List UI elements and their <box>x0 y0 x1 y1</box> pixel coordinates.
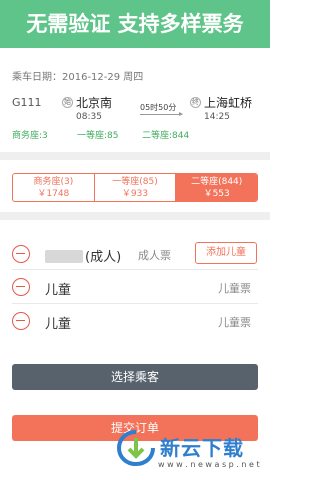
departure-station: 北京南 <box>76 96 113 110</box>
seat-class-selector[interactable]: 商务座(3) ￥1748 一等座(85) ￥933 二等座(844) ￥553 <box>12 173 258 202</box>
seat-tab-price: ￥933 <box>121 189 149 199</box>
end-station-icon: 终 <box>190 97 201 108</box>
select-passenger-button[interactable]: 选择乘客 <box>12 364 258 390</box>
passenger-row: 儿童 儿童票 <box>0 304 270 338</box>
travel-date: 乘车日期：2016-12-29 周四 <box>12 72 144 83</box>
train-number: G111 <box>12 96 42 109</box>
seat-availability: 二等座:844 <box>142 131 190 141</box>
watermark-url: w w w . n e w a s p . n e t <box>158 460 260 469</box>
duration-arrow-icon <box>140 112 183 116</box>
remove-passenger-icon[interactable] <box>12 245 30 263</box>
seat-tab-second-class[interactable]: 二等座(844) ￥553 <box>176 174 257 201</box>
section-divider <box>0 212 270 220</box>
redacted-name <box>45 250 83 263</box>
seat-tab-name: 二等座(844) <box>191 177 243 187</box>
passenger-category: (成人) <box>85 250 122 265</box>
arrival-time: 14:25 <box>204 112 230 122</box>
start-station-icon: 始 <box>62 97 73 108</box>
passenger-name: 儿童 <box>45 283 72 298</box>
remove-passenger-icon[interactable] <box>12 278 30 296</box>
passenger-name: (成人) <box>45 246 121 265</box>
seat-tab-price: ￥1748 <box>37 189 70 199</box>
departure-time: 08:35 <box>76 112 102 122</box>
section-divider <box>0 152 270 160</box>
train-card[interactable]: G111 始 北京南 08:35 05时50分 终 上海虹桥 14:25 商务座… <box>0 88 270 144</box>
ticket-type: 成人票 <box>138 249 171 262</box>
passenger-name: 儿童 <box>45 317 72 332</box>
seat-availability: 商务座:3 <box>12 131 48 141</box>
promo-banner: 无需验证 支持多样票务 <box>0 0 270 48</box>
arrival-station: 上海虹桥 <box>204 96 253 110</box>
passenger-row: (成人) 成人票 添加儿童 <box>0 237 270 271</box>
seat-tab-name: 一等座(85) <box>112 177 158 187</box>
ticket-type: 儿童票 <box>218 316 251 329</box>
seat-tab-price: ￥553 <box>203 189 230 199</box>
seat-tab-business[interactable]: 商务座(3) ￥1748 <box>13 174 95 201</box>
seat-availability: 一等座:85 <box>77 131 119 141</box>
trip-duration: 05时50分 <box>140 103 177 112</box>
seat-tab-first-class[interactable]: 一等座(85) ￥933 <box>95 174 177 201</box>
ticket-type: 儿童票 <box>218 282 251 295</box>
remove-passenger-icon[interactable] <box>12 312 30 330</box>
passenger-row: 儿童 儿童票 <box>0 270 270 304</box>
add-child-button[interactable]: 添加儿童 <box>195 242 257 264</box>
watermark-logo-icon <box>116 430 155 466</box>
watermark-title: 新云下载 <box>160 436 244 460</box>
seat-tab-name: 商务座(3) <box>33 177 74 187</box>
